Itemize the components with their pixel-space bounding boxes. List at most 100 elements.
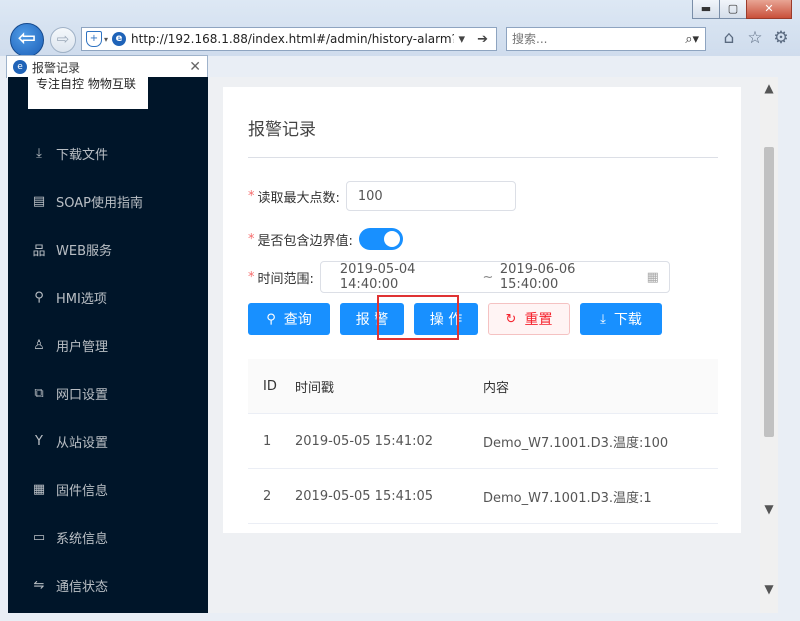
- forward-button[interactable]: ⇨: [50, 27, 76, 53]
- max-points-label: 读取最大点数:: [257, 190, 340, 206]
- table-row[interactable]: 1 2019-05-05 15:41:02 Demo_W7.1001.D3.温度…: [248, 414, 718, 469]
- file-icon: ▦: [32, 481, 46, 497]
- max-points-input[interactable]: 100: [345, 181, 516, 211]
- fork-icon: Y: [35, 433, 43, 449]
- download-button[interactable]: ⤓ 下载: [580, 303, 662, 335]
- scroll-down-icon[interactable]: ▼: [760, 582, 778, 596]
- swap-icon: ⇋: [33, 577, 45, 593]
- sidebar-item-label: WEB服务: [56, 243, 112, 259]
- highlight-box: [377, 295, 459, 340]
- sidebar-item-label: 系统信息: [56, 531, 109, 547]
- sidebar-menu: ⤓ 下载文件 ▤ SOAP使用指南品 WEB服务 ⚲ HMI选项 ♙ 用户管理 ⧉ 网口设置 Y 从站设…: [8, 129, 208, 609]
- include-boundary-toggle[interactable]: [358, 228, 403, 250]
- sidebar-item-8[interactable]: ▭ 系统信息: [8, 513, 208, 561]
- date-range-picker[interactable]: 2019-05-04 14:40:00 ~ 2019-06-06 15:40:0…: [319, 261, 670, 293]
- table-row[interactable]: 2 2019-05-05 15:41:05 Demo_W7.1001.D3.温度…: [248, 469, 718, 524]
- address-go-controls[interactable]: ▾ ➔: [454, 32, 496, 47]
- sidebar-item-3[interactable]: ⚲ HMI选项: [8, 273, 208, 321]
- tab-title: 报警记录: [32, 60, 81, 75]
- divider: [248, 157, 718, 158]
- scroll-thumb[interactable]: [764, 147, 774, 437]
- close-window-button[interactable]: ✕: [746, 0, 792, 19]
- header-content[interactable]: 内容: [483, 377, 718, 396]
- search-input[interactable]: [507, 31, 686, 47]
- sidebar-item-label: 通信状态: [56, 579, 109, 595]
- back-button[interactable]: ⇦: [10, 23, 44, 57]
- browser-titlebar: ▬ ▢ ✕ ⇦ ⇨ + ▾ e http://192.168.1.88/inde…: [0, 0, 800, 57]
- toggle-knob: [383, 231, 400, 247]
- required-mark: *: [248, 188, 255, 204]
- sidebar-item-9[interactable]: ⇋ 通信状态: [8, 561, 208, 609]
- sidebar-item-5[interactable]: ⧉ 网口设置: [8, 369, 208, 417]
- table-header: ID 时间戳 内容: [248, 359, 718, 414]
- download-icon: ⤓: [36, 145, 42, 161]
- sidebar-item-label: 从站设置: [56, 435, 109, 451]
- home-icon[interactable]: ⌂: [720, 28, 738, 48]
- sidebar-item-7[interactable]: ▦ 固件信息: [8, 465, 208, 513]
- cell-timestamp: 2019-05-05 15:41:02: [295, 433, 434, 449]
- download-icon: ⤓: [600, 311, 606, 327]
- cell-content: Demo_W7.1001.D3.温度:100: [483, 435, 669, 451]
- logo: 专注自控 物物互联: [28, 77, 148, 109]
- download-button-label: 下载: [613, 312, 642, 328]
- required-mark: *: [248, 269, 255, 285]
- security-shield-icon[interactable]: +: [86, 31, 102, 47]
- sidebar-item-label: SOAP使用指南: [56, 195, 143, 211]
- close-icon[interactable]: ✕: [189, 59, 201, 75]
- window-controls: ▬ ▢ ✕: [692, 0, 792, 19]
- sidebar-item-1[interactable]: ▤ SOAP使用指南: [8, 177, 208, 225]
- gear-icon[interactable]: ⚙: [772, 28, 790, 48]
- sidebar-item-4[interactable]: ♙ 用户管理: [8, 321, 208, 369]
- browser-search[interactable]: ⌕▾: [506, 27, 706, 51]
- page-scrollbar[interactable]: ▲ ▼ ▼: [760, 77, 778, 613]
- maximize-button[interactable]: ▢: [719, 0, 747, 19]
- sidebar-item-6[interactable]: Y 从站设置: [8, 417, 208, 465]
- reset-button[interactable]: ↻ 重置: [488, 303, 570, 335]
- required-mark: *: [248, 231, 255, 247]
- user-icon: ♙: [33, 337, 45, 353]
- scroll-down-icon[interactable]: ▼: [760, 502, 778, 516]
- page-title: 报警记录: [248, 120, 316, 140]
- browser-tab[interactable]: e 报警记录 ✕: [6, 55, 208, 78]
- search-icon[interactable]: ⌕▾: [685, 32, 705, 47]
- cell-content: Demo_W7.1001.D3.温度:1: [483, 490, 652, 506]
- minimize-button[interactable]: ▬: [692, 0, 720, 19]
- max-points-row: * 读取最大点数: 100: [248, 181, 516, 211]
- header-id[interactable]: ID: [248, 379, 295, 394]
- calendar-icon[interactable]: ▦: [647, 270, 659, 285]
- header-timestamp[interactable]: 时间戳: [295, 377, 483, 396]
- range-separator: ~: [482, 269, 494, 285]
- cell-id: 1: [263, 433, 272, 449]
- search-icon: ⚲: [266, 311, 276, 327]
- start-date[interactable]: 2019-05-04 14:40:00: [321, 262, 476, 292]
- laptop-icon: ▭: [32, 529, 46, 545]
- sidebar-item-label: HMI选项: [56, 291, 107, 307]
- export-icon: ⧉: [34, 385, 44, 401]
- end-date[interactable]: 2019-06-06 15:40:00: [500, 262, 636, 292]
- include-boundary-label: 是否包含边界值:: [257, 233, 353, 249]
- scroll-up-icon[interactable]: ▲: [760, 81, 778, 95]
- document-icon: ▤: [32, 193, 46, 209]
- page-viewport: 专注自控 物物互联 ⤓ 下载文件 ▤ SOAP使用指南品 WEB服务 ⚲ HMI选项 ♙ 用户管…: [8, 77, 778, 613]
- include-boundary-row: * 是否包含边界值:: [248, 228, 403, 250]
- sidebar-item-label: 网口设置: [56, 387, 109, 403]
- time-range-row: * 时间范围: 2019-05-04 14:40:00 ~ 2019-06-06…: [248, 261, 670, 293]
- address-bar[interactable]: + ▾ e http://192.168.1.88/index.html#/ad…: [81, 27, 497, 51]
- query-button[interactable]: ⚲ 查询: [248, 303, 330, 335]
- sidebar-item-label: 用户管理: [56, 339, 109, 355]
- tab-favicon-icon: e: [13, 60, 27, 74]
- sidebar: 专注自控 物物互联 ⤓ 下载文件 ▤ SOAP使用指南品 WEB服务 ⚲ HMI选项 ♙ 用户管…: [8, 77, 208, 613]
- query-button-label: 查询: [283, 312, 312, 328]
- star-icon[interactable]: ☆: [746, 28, 764, 48]
- time-range-label: 时间范围:: [257, 271, 314, 287]
- reset-button-label: 重置: [524, 312, 553, 328]
- sidebar-item-label: 固件信息: [56, 483, 109, 499]
- refresh-icon: ↻: [505, 311, 517, 327]
- alarm-history-card: 报警记录 * 读取最大点数: 100 * 是否包含边界值: * 时间范围: 20…: [223, 87, 741, 533]
- chevron-down-icon[interactable]: ▾: [104, 35, 108, 44]
- sidebar-item-2[interactable]: 品 WEB服务: [8, 225, 208, 273]
- link-icon: ⚲: [34, 289, 44, 305]
- url-text[interactable]: http://192.168.1.88/index.html#/admin/hi…: [131, 32, 454, 46]
- sitemap-icon: 品: [32, 243, 46, 259]
- sidebar-item-0[interactable]: ⤓ 下载文件: [8, 129, 208, 177]
